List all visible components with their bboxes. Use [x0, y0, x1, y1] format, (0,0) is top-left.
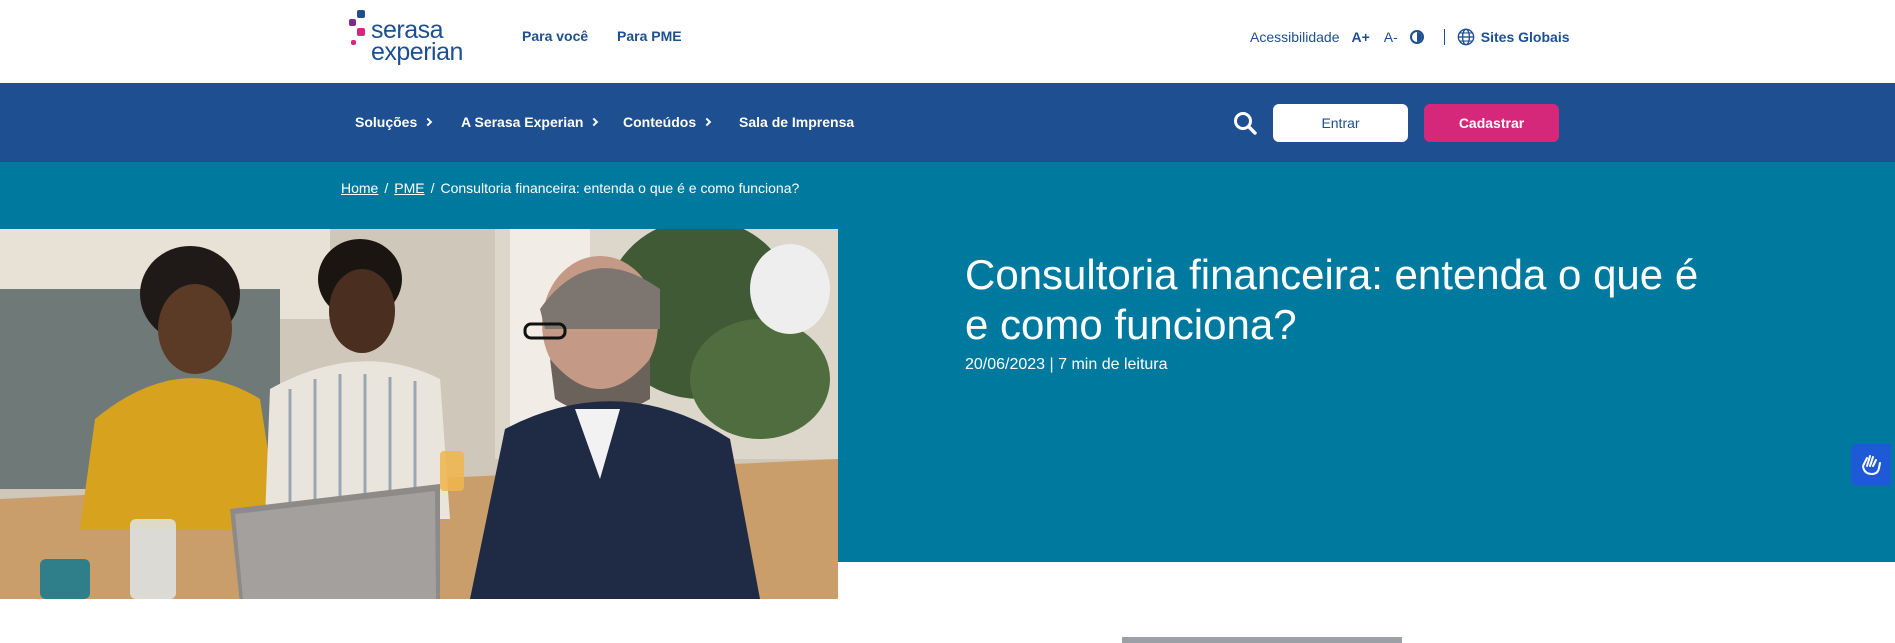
- font-increase-button[interactable]: A+: [1352, 29, 1370, 45]
- search-icon[interactable]: [1232, 110, 1258, 136]
- sign-language-icon: [1862, 455, 1881, 476]
- login-button[interactable]: Entrar: [1273, 104, 1408, 142]
- article-meta: 20/06/2023 | 7 min de leitura: [965, 356, 1168, 373]
- font-decrease-button[interactable]: A-: [1384, 29, 1398, 45]
- nav-a-serasa-experian-label: A Serasa Experian: [461, 114, 584, 130]
- nav-solucoes[interactable]: Soluções: [355, 114, 433, 130]
- breadcrumb-current: Consultoria financeira: entenda o que é …: [440, 180, 800, 196]
- divider: [1443, 29, 1445, 45]
- office-meeting-photo: [0, 229, 838, 599]
- signup-button[interactable]: Cadastrar: [1424, 104, 1559, 142]
- chevron-right-icon: [590, 117, 599, 127]
- sign-language-widget[interactable]: [1851, 444, 1891, 486]
- content-image-thumbnail: [1122, 637, 1402, 643]
- chevron-right-icon: [424, 117, 433, 127]
- nav-solucoes-label: Soluções: [355, 114, 418, 130]
- nav-para-pme[interactable]: Para PME: [617, 28, 682, 44]
- accessibility-label: Acessibilidade: [1250, 29, 1340, 45]
- logo-text-experian: experian: [371, 38, 463, 66]
- serasa-experian-logo[interactable]: serasa experian: [349, 10, 479, 66]
- breadcrumb-separator: /: [430, 180, 435, 196]
- nav-sala-de-imprensa[interactable]: Sala de Imprensa: [739, 114, 854, 130]
- contrast-icon[interactable]: [1409, 30, 1424, 44]
- chevron-right-icon: [702, 117, 712, 127]
- sites-globais-link[interactable]: Sites Globais: [1481, 29, 1570, 45]
- nav-conteudos-label: Conteúdos: [623, 114, 697, 130]
- nav-a-serasa-experian[interactable]: A Serasa Experian: [461, 114, 599, 130]
- article-hero: Home / PME / Consultoria financeira: ent…: [0, 162, 1895, 599]
- top-header: serasa experian Para você Para PME Acess…: [0, 0, 1895, 83]
- accessibility-bar: Acessibilidade A+ A- Sites Globais: [1250, 28, 1570, 46]
- globe-icon[interactable]: [1457, 28, 1475, 46]
- nav-conteudos[interactable]: Conteúdos: [623, 114, 712, 130]
- breadcrumb-pme[interactable]: PME: [394, 180, 424, 196]
- nav-sala-de-imprensa-label: Sala de Imprensa: [739, 114, 855, 130]
- breadcrumb-separator: /: [384, 180, 389, 196]
- breadcrumb-home[interactable]: Home: [341, 180, 378, 196]
- article-hero-image: [0, 229, 838, 599]
- nav-para-voce[interactable]: Para você: [522, 28, 588, 44]
- article-title: Consultoria financeira: entenda o que é …: [965, 251, 1699, 348]
- breadcrumb: Home / PME / Consultoria financeira: ent…: [341, 180, 799, 196]
- main-navigation: Soluções A Serasa Experian Conteúdos Sal…: [0, 83, 1895, 162]
